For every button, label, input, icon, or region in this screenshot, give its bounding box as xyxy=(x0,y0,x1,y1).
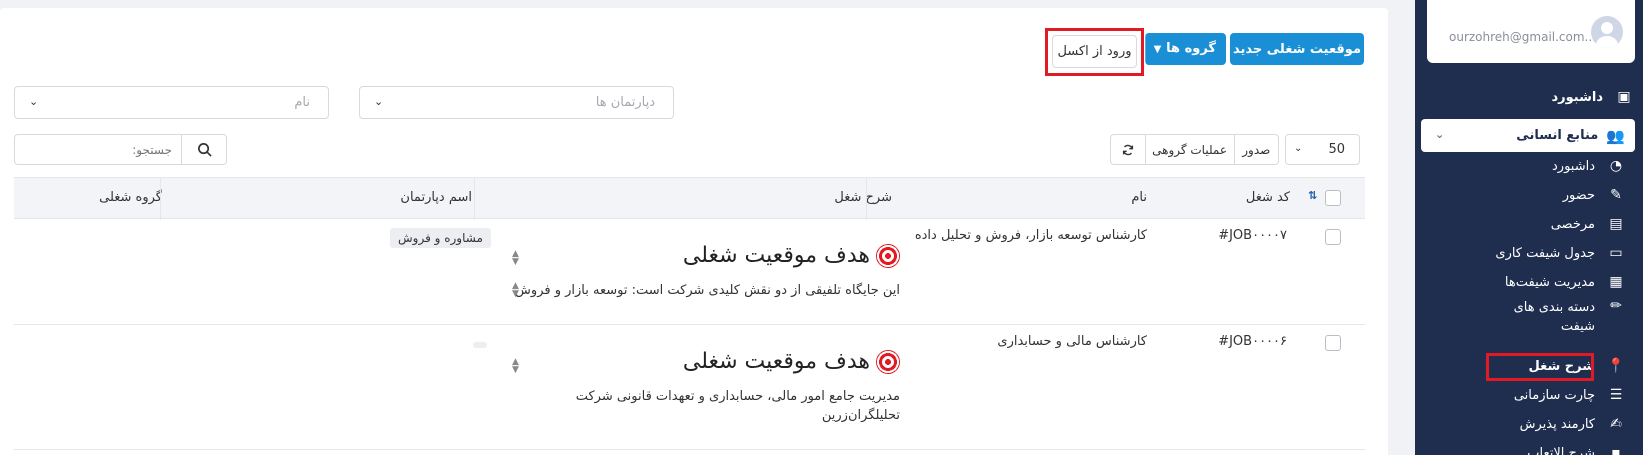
sort-icon[interactable]: ⇅ xyxy=(1308,190,1317,201)
box-icon: ▪ xyxy=(1611,445,1621,455)
name-select[interactable]: نام ⌄ xyxy=(14,86,329,119)
sidebar-item-label: کارمند پذیرش xyxy=(1519,416,1595,432)
row-checkbox[interactable] xyxy=(1325,335,1341,351)
list-actions: عملیات گروهی صدور xyxy=(1110,134,1279,165)
pencil-icon: ✏ xyxy=(1610,298,1622,314)
chevron-down-icon: ⌄ xyxy=(29,95,39,108)
sidebar-item-label: مرخصی xyxy=(1550,216,1595,232)
divider xyxy=(474,178,475,220)
divider xyxy=(866,178,867,220)
sidebar-item-label: منابع انسانی xyxy=(1516,128,1599,143)
sidebar-item-label: جدول شیفت کاری xyxy=(1495,245,1595,261)
col-department[interactable]: اسم دپارتمان xyxy=(400,190,472,205)
sidebar-item-label: شرح الاتعاب... xyxy=(1514,445,1595,455)
row-checkbox[interactable] xyxy=(1325,229,1341,245)
table-icon: ☰ xyxy=(1609,387,1623,403)
sidebar-item-dashboard[interactable]: ▣ داشبورد xyxy=(1415,84,1643,110)
desc-heading: هدف موقعیت شغلی xyxy=(683,349,900,374)
col-code[interactable]: کد شغل xyxy=(1246,190,1290,205)
table-row[interactable]: #JOB۰۰۰۰۷ کارشناس توسعه بازار، فروش و تح… xyxy=(14,219,1365,325)
department-badge: مشاوره و فروش xyxy=(390,228,491,248)
user-card[interactable]: ourzohreh@gmail.com... xyxy=(1427,0,1635,63)
sidebar-item-label: دسته بندی های شیفت xyxy=(1513,300,1595,334)
department-select[interactable]: دپارتمان ها ⌄ xyxy=(359,86,674,119)
highlight-box xyxy=(1045,28,1144,76)
bulk-actions-button[interactable]: عملیات گروهی xyxy=(1144,135,1234,164)
expand-icon[interactable]: ▲ ▼ xyxy=(512,250,519,267)
target-icon xyxy=(876,350,900,374)
sidebar-item-hr[interactable]: 👥 منابع انسانی ⌄ xyxy=(1421,119,1635,152)
users-icon: 👥 xyxy=(1606,126,1625,145)
groups-button[interactable]: گروه ها ▼ xyxy=(1145,33,1226,65)
sidebar-item-label: حضور xyxy=(1562,187,1595,203)
search-icon xyxy=(197,143,212,157)
sidebar-item-shift-management[interactable]: ▦ مدیریت شیفت‌ها xyxy=(1415,269,1643,295)
name-placeholder: نام xyxy=(294,95,310,110)
search-button[interactable] xyxy=(181,135,226,164)
sidebar-item-org-chart[interactable]: ☰ چارت سازمانی xyxy=(1415,382,1643,408)
table-row[interactable]: #JOB۰۰۰۰۶ کارشناس مالی و حسابداری هدف مو… xyxy=(14,325,1365,450)
page-size-value: 50 xyxy=(1328,142,1345,157)
chevron-down-icon: ⌄ xyxy=(1435,128,1445,141)
expand-icon[interactable]: ▲ ▼ xyxy=(512,282,519,299)
sidebar-item-attendance[interactable]: ✎ حضور xyxy=(1415,182,1643,208)
search-input[interactable] xyxy=(15,135,182,164)
sidebar-item-shift-categories[interactable]: ✏ دسته بندی های شیفت xyxy=(1415,298,1643,338)
refresh-button[interactable] xyxy=(1111,135,1145,164)
col-name[interactable]: نام xyxy=(1131,190,1147,205)
highlight-box xyxy=(1486,353,1594,381)
chevron-down-icon[interactable]: ▼ xyxy=(1145,33,1169,65)
table-header: ⇅ کد شغل نام شرح شغل اسم دپارتمان گروه ش… xyxy=(14,177,1365,220)
divider xyxy=(160,178,161,220)
select-all-checkbox[interactable] xyxy=(1325,190,1341,206)
sidebar-item-leave[interactable]: ▤ مرخصی xyxy=(1415,211,1643,237)
department-badge xyxy=(473,342,487,348)
expand-icon[interactable]: ▲ ▼ xyxy=(512,358,519,375)
col-description[interactable]: شرح شغل xyxy=(834,190,892,205)
avatar xyxy=(1591,16,1623,48)
job-name: کارشناس مالی و حسابداری xyxy=(997,334,1147,349)
job-name: کارشناس توسعه بازار، فروش و تحلیل داده xyxy=(914,228,1147,243)
chevron-down-icon: ⌄ xyxy=(374,95,384,108)
page-size-select[interactable]: 50 ⌄ xyxy=(1285,134,1360,165)
search-box xyxy=(14,134,227,165)
groups-label: گروه ها xyxy=(1166,41,1216,56)
job-code: #JOB۰۰۰۰۷ xyxy=(1218,228,1287,243)
department-placeholder: دپارتمان ها xyxy=(595,95,655,110)
sidebar-item-label: چارت سازمانی xyxy=(1513,387,1595,403)
desc-text: این جایگاه تلفیقی از دو نقش کلیدی شرکت ا… xyxy=(515,283,900,298)
ticket-icon: ▭ xyxy=(1609,245,1623,261)
refresh-icon xyxy=(1122,144,1133,155)
edit-icon: ✎ xyxy=(1610,187,1622,203)
dashboard-icon: ▣ xyxy=(1617,89,1631,105)
edit-square-icon: ✍ xyxy=(1610,416,1622,432)
sidebar: ourzohreh@gmail.com... ▣ داشبورد 👥 منابع… xyxy=(1415,0,1643,455)
sidebar-item-receptionist[interactable]: ✍ کارمند پذیرش xyxy=(1415,411,1643,437)
sidebar-item-label: داشبورد xyxy=(1552,158,1595,174)
desc-text-line2: تحلیلگران‌زرین xyxy=(821,408,900,423)
user-email: ourzohreh@gmail.com... xyxy=(1449,30,1596,44)
desc-text-line1: مدیریت جامع امور مالی، حسابداری و تعهدات… xyxy=(575,389,900,404)
sidebar-item-label: مدیریت شیفت‌ها xyxy=(1504,274,1595,290)
new-position-button[interactable]: موقعیت شغلی جدید xyxy=(1230,33,1364,65)
sidebar-item-label: داشبورد xyxy=(1551,89,1603,105)
target-icon xyxy=(876,244,900,268)
sidebar-item-fees[interactable]: ▪ شرح الاتعاب... xyxy=(1415,440,1643,455)
clipboard-icon: ▤ xyxy=(1609,216,1623,232)
pin-icon: 📍 xyxy=(1607,358,1625,374)
gauge-icon: ◔ xyxy=(1609,158,1623,174)
chevron-down-icon: ⌄ xyxy=(1294,143,1303,154)
sidebar-item-hr-dashboard[interactable]: ◔ داشبورد xyxy=(1415,153,1643,179)
export-button[interactable]: صدور xyxy=(1233,135,1278,164)
sidebar-item-shift-table[interactable]: ▭ جدول شیفت کاری xyxy=(1415,240,1643,266)
calendar-icon: ▦ xyxy=(1609,274,1623,290)
desc-heading: هدف موقعیت شغلی xyxy=(683,243,900,268)
job-code: #JOB۰۰۰۰۶ xyxy=(1218,334,1287,349)
col-group[interactable]: گروه شغلی xyxy=(99,190,162,205)
